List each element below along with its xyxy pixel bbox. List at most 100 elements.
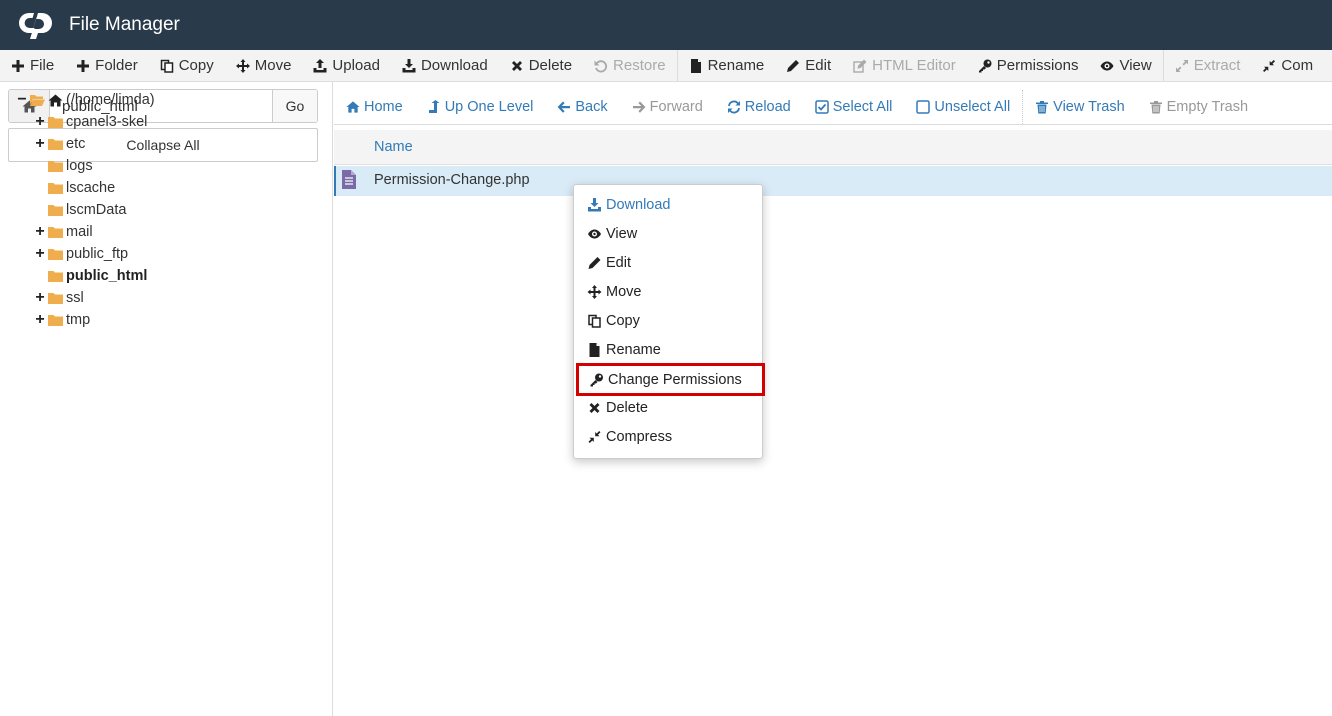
rename-label: Rename [707, 57, 765, 74]
back-button[interactable]: Back [545, 89, 619, 124]
view-trash-label: View Trash [1053, 98, 1125, 115]
folder-icon [48, 249, 63, 260]
file-icon [690, 58, 701, 73]
context-menu: Download View Edit Move Copy Rename Chan… [573, 184, 765, 459]
download-button[interactable]: Download [391, 50, 499, 81]
menu-item-view[interactable]: View [574, 219, 762, 248]
tree-item-label: public_html [66, 268, 148, 284]
compress-icon [1263, 59, 1276, 72]
reload-button[interactable]: Reload [715, 89, 803, 124]
menu-item-download[interactable]: Download [574, 190, 762, 219]
expand-toggle[interactable]: + [34, 246, 46, 262]
up-one-level-label: Up One Level [444, 98, 534, 115]
rename-button[interactable]: Rename [678, 50, 776, 81]
tree-item-etc[interactable]: + etc [34, 133, 85, 155]
go-button[interactable]: Go [272, 90, 317, 122]
compress-button[interactable]: Com [1251, 50, 1324, 81]
tree-item-home-root[interactable]: − (/home/limda) [16, 89, 154, 111]
key-icon [590, 373, 603, 386]
menu-item-label: Delete [606, 399, 648, 416]
move-label: Move [254, 57, 292, 74]
tree-item-label: lscmData [66, 202, 127, 218]
select-all-label: Select All [832, 98, 893, 115]
tree-item-mail[interactable]: + mail [34, 221, 92, 243]
tree-item-label: etc [66, 136, 86, 152]
tree-item-tmp[interactable]: + tmp [34, 309, 90, 331]
unselect-all-button[interactable]: Unselect All [904, 89, 1022, 124]
trash-icon [1036, 100, 1049, 113]
home-icon [346, 100, 360, 113]
home-button-label: Home [364, 98, 403, 115]
tree-item-lscache[interactable]: lscache [34, 177, 115, 199]
view-button[interactable]: View [1089, 50, 1162, 81]
level-up-icon [428, 99, 440, 113]
expand-toggle[interactable]: + [34, 136, 46, 152]
collapse-toggle[interactable]: − [16, 92, 28, 108]
menu-item-change-permissions[interactable]: Change Permissions [576, 363, 765, 396]
file-text-icon [342, 170, 356, 189]
tree-item-public-html[interactable]: public_html [34, 265, 147, 287]
menu-item-copy[interactable]: Copy [574, 306, 762, 335]
expand-toggle[interactable]: + [34, 114, 46, 130]
tree-item-ssl[interactable]: + ssl [34, 287, 84, 309]
download-icon [402, 58, 416, 72]
menu-item-rename[interactable]: Rename [574, 335, 762, 364]
new-folder-button[interactable]: Folder [65, 50, 149, 81]
upload-button[interactable]: Upload [302, 50, 391, 81]
file-row[interactable]: Permission-Change.php [334, 166, 1332, 196]
permissions-button[interactable]: Permissions [967, 50, 1090, 81]
tree-item-label: public_ftp [66, 246, 129, 262]
extract-button[interactable]: Extract [1164, 50, 1252, 81]
new-file-button[interactable]: File [0, 50, 65, 81]
home-button[interactable]: Home [334, 89, 415, 124]
app-title: File Manager [69, 14, 180, 35]
menu-item-edit[interactable]: Edit [574, 248, 762, 277]
html-editor-button[interactable]: HTML Editor [842, 50, 967, 81]
folder-icon [48, 227, 63, 238]
edit-button[interactable]: Edit [775, 50, 842, 81]
new-folder-label: Folder [95, 57, 138, 74]
menu-item-move[interactable]: Move [574, 277, 762, 306]
pencil-icon [787, 59, 800, 72]
upload-icon [313, 58, 327, 72]
folder-icon [48, 139, 63, 150]
trash-icon [1149, 100, 1162, 113]
menu-item-compress[interactable]: Compress [574, 422, 762, 451]
up-one-level-button[interactable]: Up One Level [415, 89, 546, 124]
tree-item-public-ftp[interactable]: + public_ftp [34, 243, 128, 265]
tree-item-label: lscache [66, 180, 116, 196]
tree-item-lscmdata[interactable]: lscmData [34, 199, 126, 221]
forward-button[interactable]: Forward [620, 89, 715, 124]
arrow-right-icon [632, 101, 646, 113]
tree-item-label: ssl [66, 290, 84, 306]
expand-toggle[interactable]: + [34, 224, 46, 240]
copy-icon [588, 314, 601, 328]
view-trash-button[interactable]: View Trash [1023, 89, 1136, 124]
refresh-icon [727, 100, 740, 113]
copy-button[interactable]: Copy [149, 50, 225, 81]
empty-trash-button[interactable]: Empty Trash [1137, 89, 1260, 124]
name-column-header[interactable]: Name [374, 139, 413, 155]
delete-button[interactable]: Delete [499, 50, 583, 81]
tree-item-cpanel3-skel[interactable]: + cpanel3-skel [34, 111, 147, 133]
select-all-button[interactable]: Select All [803, 89, 905, 124]
copy-icon [160, 59, 173, 73]
menu-item-label: Change Permissions [608, 371, 742, 388]
menu-item-delete[interactable]: Delete [574, 393, 762, 422]
top-bar: File Manager [0, 0, 1332, 50]
pencil-icon [588, 256, 601, 269]
restore-button[interactable]: Restore [583, 50, 677, 81]
tree-item-logs[interactable]: logs [34, 155, 93, 177]
expand-toggle[interactable]: + [34, 290, 46, 306]
eye-icon [1100, 61, 1114, 70]
times-icon [511, 60, 522, 71]
plus-icon [12, 59, 24, 72]
compress-label: Com [1281, 57, 1314, 74]
move-button[interactable]: Move [225, 50, 303, 81]
eye-icon [588, 229, 601, 238]
folder-icon [48, 117, 63, 128]
permissions-label: Permissions [996, 57, 1079, 74]
folder-icon [48, 271, 63, 282]
expand-toggle[interactable]: + [34, 312, 46, 328]
times-icon [589, 402, 600, 413]
